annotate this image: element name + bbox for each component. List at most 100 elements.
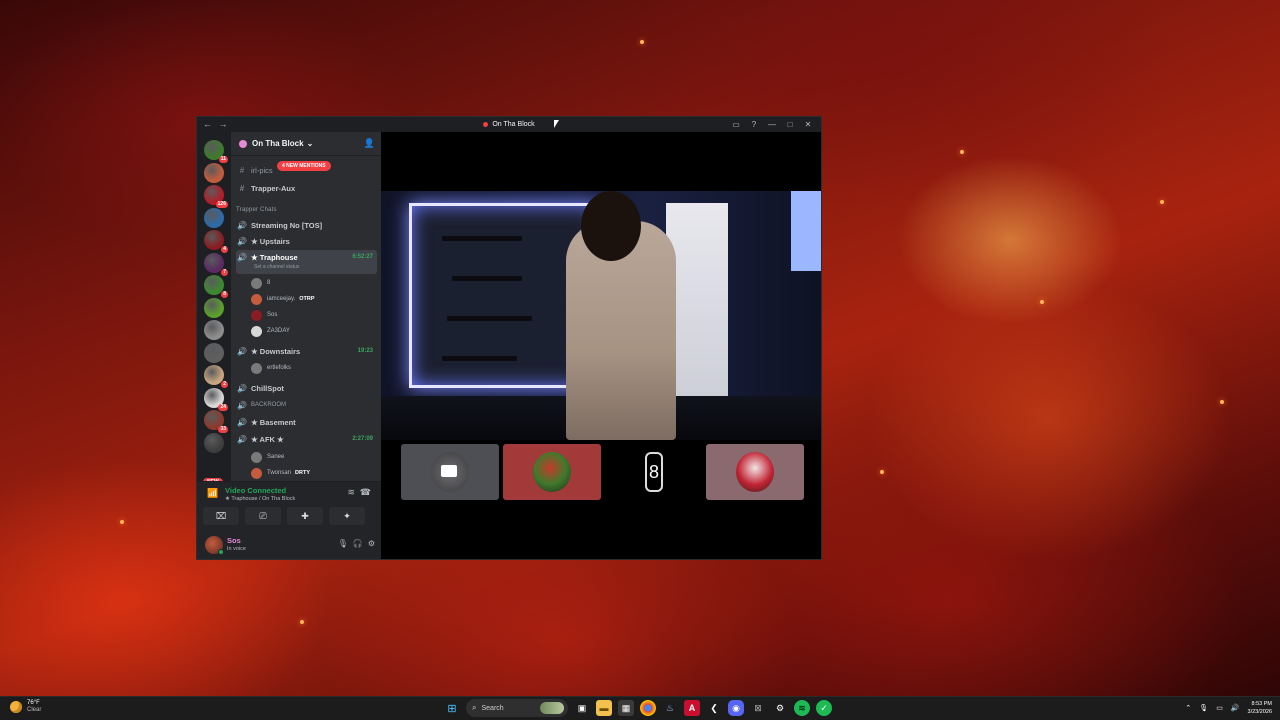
server-icon[interactable]	[204, 320, 224, 340]
spotify-icon[interactable]: ≋	[794, 700, 810, 716]
voice-location[interactable]: ★ Traphouse / On Tha Block	[225, 496, 295, 502]
noise-suppression-icon[interactable]: ≋	[347, 487, 355, 498]
activities-button[interactable]: ✚	[287, 507, 323, 525]
headphones-icon[interactable]: 🎧	[353, 539, 363, 548]
channel-traphouse[interactable]: 🔊 ★ Traphouse 6:52:27 Set a channel statu…	[236, 250, 377, 274]
server-icon[interactable]: 33	[204, 410, 228, 433]
channel-afk[interactable]: 🔊 ★ AFK ★ 2:27:09	[236, 432, 377, 446]
channel-irl-pics[interactable]: # irl-pics	[236, 163, 377, 177]
username[interactable]: Sos	[227, 536, 241, 545]
channel-streaming[interactable]: 🔊 Streaming No [TOS]	[236, 218, 377, 232]
user-controls: 🎙 🎧 ⚙	[338, 539, 375, 548]
voice-status[interactable]: Video Connected	[225, 486, 286, 495]
add-user-icon[interactable]: 👤	[364, 138, 375, 149]
disconnect-icon[interactable]: ☎	[360, 487, 371, 498]
signal-icon[interactable]: 📶	[207, 488, 218, 499]
window-controls: ▭ ? — □ ✕	[727, 117, 817, 132]
server-icon[interactable]	[204, 162, 224, 183]
server-icon[interactable]	[204, 207, 224, 228]
task-view-icon[interactable]: ▣	[574, 700, 590, 716]
voice-user[interactable]: iamceejay. OTRP	[251, 292, 315, 306]
network-icon[interactable]: ▭	[1216, 704, 1223, 712]
voice-user[interactable]: ertlefolks	[251, 361, 291, 375]
voice-channel-icon: 🔊	[237, 383, 247, 393]
weather-widget[interactable]: 76°F Clear	[10, 700, 41, 714]
maximize-button[interactable]: □	[781, 117, 799, 132]
discord-icon[interactable]: ◉	[728, 700, 744, 716]
screen-share-button[interactable]: ⎚	[245, 507, 281, 525]
system-tray: ⌃ 🎙 ▭ 🔊 8:53 PM 3/23/2026	[1185, 700, 1272, 716]
server-badge: 7	[221, 268, 228, 276]
voice-user[interactable]: 8	[251, 276, 270, 290]
participant-tile[interactable]: 8	[605, 444, 703, 500]
voice-user[interactable]: Sos	[251, 308, 277, 322]
server-icon[interactable]	[204, 297, 224, 318]
voice-user[interactable]: Sanee	[251, 450, 284, 464]
channel-upstairs[interactable]: 🔊 ★ Upstairs	[236, 234, 377, 248]
participant-tile[interactable]	[503, 444, 601, 500]
chrome-icon[interactable]	[640, 700, 656, 716]
soundboard-button[interactable]: ✦	[329, 507, 365, 525]
channel-timer: 6:52:27	[352, 254, 373, 260]
app-green-icon[interactable]: ✓	[816, 700, 832, 716]
app-box-icon[interactable]: ⊠	[750, 700, 766, 716]
microphone-tray-icon[interactable]: 🎙	[1199, 704, 1208, 712]
server-icon[interactable]: 8	[204, 275, 228, 298]
server-icon[interactable]: 24	[204, 387, 228, 411]
file-explorer-icon[interactable]: ▬	[596, 700, 612, 716]
ember	[120, 520, 124, 524]
help-icon[interactable]: ?	[745, 117, 763, 132]
avatar	[251, 362, 262, 374]
category-trapper-chats[interactable]: Trapper Chats	[236, 207, 277, 213]
channel-downstairs[interactable]: 🔊 ★ Downstairs 19:23	[236, 344, 377, 358]
app-a-icon[interactable]: A	[684, 700, 700, 716]
server-badge: 8	[221, 291, 228, 298]
avatar	[251, 451, 262, 463]
focused-video-stream[interactable]	[381, 191, 821, 440]
app-arrow-icon[interactable]: ❮	[706, 700, 722, 716]
server-icon[interactable]: 11	[204, 140, 228, 163]
voice-user[interactable]: ZA3DAY	[251, 324, 290, 338]
guild-name: On Tha Block	[252, 139, 304, 148]
server-icon[interactable]	[204, 432, 224, 453]
avatar[interactable]	[205, 536, 224, 555]
channel-label: irl-pics	[251, 165, 273, 175]
chevron-up-icon[interactable]: ⌃	[1185, 704, 1191, 712]
server-icon[interactable]	[204, 342, 224, 363]
channel-backroom[interactable]: 🔊 BACKROOM	[236, 398, 377, 412]
guild-header[interactable]: On Tha Block ⌄ 👤	[231, 132, 381, 156]
clock[interactable]: 8:53 PM 3/23/2026	[1248, 700, 1272, 716]
search-icon: ⌕	[472, 703, 477, 712]
server-badge: 33	[218, 426, 228, 433]
camera-off-button[interactable]: ⌧	[203, 507, 239, 525]
steam-icon[interactable]: ♨	[662, 700, 678, 716]
server-icon[interactable]: 4	[204, 230, 228, 253]
voice-user-name: 8	[267, 280, 271, 286]
channel-label: BACKROOM	[251, 402, 287, 408]
taskbar-search[interactable]: ⌕ Search	[466, 699, 568, 717]
participant-tile[interactable]	[401, 444, 499, 500]
volume-icon[interactable]: 🔊	[1231, 704, 1240, 712]
channel-label: ★ Upstairs	[251, 236, 290, 246]
store-icon[interactable]: ▦	[618, 700, 634, 716]
app-settings-icon[interactable]: ⚙	[772, 700, 788, 716]
minimize-button[interactable]: —	[763, 117, 781, 132]
close-button[interactable]: ✕	[799, 117, 817, 132]
windows-start-icon[interactable]: ⊞	[444, 700, 460, 716]
server-icon[interactable]: 126	[204, 185, 228, 208]
channel-basement[interactable]: 🔊 ★ Basement	[236, 415, 377, 429]
server-icon[interactable]: 7	[204, 252, 228, 276]
channel-sidebar: On Tha Block ⌄ 👤 4 NEW MENTIONS # irl-pic…	[231, 132, 381, 481]
channel-chillspot[interactable]: 🔊 ChillSpot	[236, 381, 377, 395]
server-icon[interactable]: 2	[204, 365, 228, 388]
mouse-cursor	[554, 120, 559, 128]
search-highlight-image	[540, 702, 564, 714]
participant-tile[interactable]	[706, 444, 804, 500]
channel-status[interactable]: Set a channel status	[254, 264, 299, 270]
microphone-icon[interactable]: 🎙	[338, 539, 348, 548]
voice-user[interactable]: Twonsan DRTY	[251, 466, 310, 480]
gear-icon[interactable]: ⚙	[368, 539, 375, 548]
channel-trapper-aux[interactable]: # Trapper-Aux	[236, 181, 377, 195]
channel-label: Streaming No [TOS]	[251, 220, 323, 230]
inbox-icon[interactable]: ▭	[727, 117, 745, 132]
